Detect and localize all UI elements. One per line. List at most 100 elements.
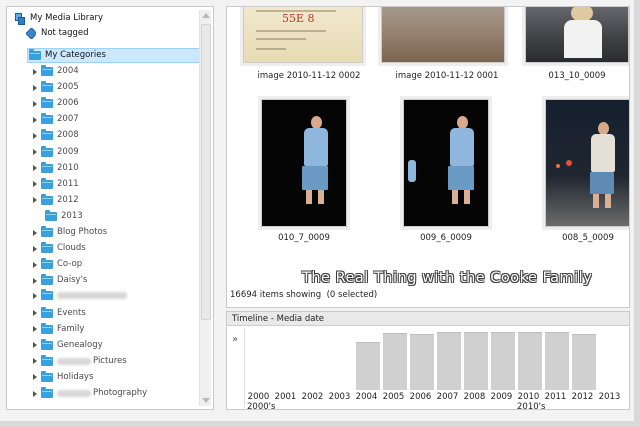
scroll-up-arrow-icon[interactable] [202,13,210,18]
folder-icon [29,49,41,60]
tree-item-label: 2013 [61,210,83,221]
timeline-year-label[interactable]: 2013 [596,392,623,402]
tree-item[interactable]: Holidays [33,370,93,385]
timeline-year-label[interactable]: 2011 [542,392,569,402]
expand-arrow-icon[interactable] [33,374,37,381]
tree-item[interactable]: 2011 [33,177,79,192]
tree-item[interactable]: Pictures [33,354,127,369]
timeline-decade-label: 2010's [517,402,546,412]
tree-item[interactable]: Genealogy [33,338,103,353]
scroll-down-arrow-icon[interactable] [202,398,210,403]
tree-scrollbar[interactable] [199,10,211,406]
expand-arrow-icon[interactable] [33,342,37,349]
expand-arrow-icon[interactable] [33,292,37,299]
tree-item[interactable]: Daisy's [33,273,87,288]
tree-item[interactable]: Events [33,306,86,321]
tree-root-media-library[interactable]: My Media Library [15,11,103,26]
tree-item-label: Clouds [57,243,86,254]
timeline-year-label[interactable]: 2008 [461,392,488,402]
folder-icon [41,81,53,93]
timeline-bar[interactable] [356,342,380,390]
timeline-year-label[interactable]: 2006 [407,392,434,402]
folder-icon [41,354,53,366]
redacted-text [57,357,91,365]
expand-arrow-icon[interactable] [33,261,37,268]
tree-item-label: 2005 [57,82,79,93]
thumbnail-image[interactable] [403,99,489,227]
tree-item[interactable]: Family [33,322,84,337]
tree-item[interactable] [33,289,129,304]
timeline-bar[interactable] [518,332,542,390]
tree-item-label: 2012 [57,194,79,205]
timeline-bar[interactable] [545,332,569,390]
thumbnail-image[interactable] [261,99,347,227]
timeline-expand-icon[interactable]: » [232,334,238,345]
tree-item[interactable]: 2013 [33,209,83,224]
thumbnail-image[interactable] [381,7,505,63]
timeline-year-label[interactable]: 2000 [245,392,272,402]
expand-arrow-icon[interactable] [33,181,37,188]
timeline-bar[interactable] [464,332,488,390]
timeline-bar[interactable] [572,334,596,390]
expand-arrow-icon[interactable] [33,84,37,91]
timeline-bar[interactable] [437,332,461,390]
timeline-bar[interactable] [410,334,434,390]
expand-arrow-icon[interactable] [33,100,37,107]
expand-arrow-icon[interactable] [33,358,37,365]
timeline-bar[interactable] [491,332,515,390]
timeline-year-label[interactable]: 2010 [515,392,542,402]
expand-arrow-icon[interactable] [33,390,37,397]
folder-icon [41,306,53,318]
timeline-year-label[interactable]: 2012 [569,392,596,402]
thumbnail-image[interactable] [525,7,629,63]
expand-arrow-icon[interactable] [33,326,37,333]
thumbnail-caption: 013_10_0009 [548,71,606,81]
timeline-year-label[interactable]: 2001 [272,392,299,402]
timeline-year-label[interactable]: 2003 [326,392,353,402]
tree-item[interactable]: 2009 [33,145,79,160]
timeline-bar[interactable] [383,333,407,390]
expand-arrow-icon[interactable] [33,245,37,252]
tree-item-my-categories[interactable]: My Categories [29,48,106,63]
folder-icon [41,226,53,237]
expand-arrow-icon[interactable] [33,132,37,139]
tree-item-label: Holidays [57,371,94,382]
expand-arrow-icon[interactable] [33,68,37,75]
scrollbar-thumb[interactable] [201,24,211,320]
timeline-year-label[interactable]: 2005 [380,392,407,402]
tree-item[interactable]: 2004 [33,64,79,79]
expand-arrow-icon[interactable] [33,229,37,236]
folder-icon [41,177,53,189]
app-window: My Media Library Not tagged My Categorie… [0,0,640,427]
media-library-icon [15,12,25,25]
folder-icon [41,242,53,254]
tree-item-label: Blog Photos [57,227,108,237]
tree-item[interactable]: Co-op [33,257,82,272]
tree-item[interactable]: Blog Photos [33,225,107,240]
tree-item-not-tagged[interactable]: Not tagged [25,26,89,41]
expand-arrow-icon[interactable] [33,116,37,123]
expand-arrow-icon[interactable] [33,310,37,316]
timeline-year-label[interactable]: 2009 [488,392,515,402]
tree-item[interactable]: 2008 [33,128,79,143]
expand-arrow-icon[interactable] [33,149,37,155]
expand-arrow-icon[interactable] [33,165,37,172]
tree-item[interactable]: 2007 [33,112,79,127]
tree-item-label: Genealogy [57,339,103,350]
timeline-year-label[interactable]: 2004 [353,392,380,402]
tree-item[interactable]: 2012 [33,193,79,208]
tree-item[interactable]: Clouds [33,241,86,256]
tree-item[interactable]: 2010 [33,161,79,176]
timeline-year-label[interactable]: 2002 [299,392,326,402]
tree-item[interactable]: 2005 [33,80,79,95]
timeline-chart[interactable]: 2000 2001 2002 2003 2004 2005 2006 2007 2008 2009… [244,328,624,412]
thumbnail-image[interactable] [545,99,629,227]
timeline-year-label[interactable]: 2007 [434,392,461,402]
folder-icon [41,370,53,382]
tree-item[interactable]: Photography [33,386,147,401]
folder-icon [41,129,53,141]
thumbnail-image[interactable]: 55E 8 [243,7,363,63]
expand-arrow-icon[interactable] [33,197,37,204]
tree-item[interactable]: 2006 [33,96,79,111]
expand-arrow-icon[interactable] [33,277,37,284]
